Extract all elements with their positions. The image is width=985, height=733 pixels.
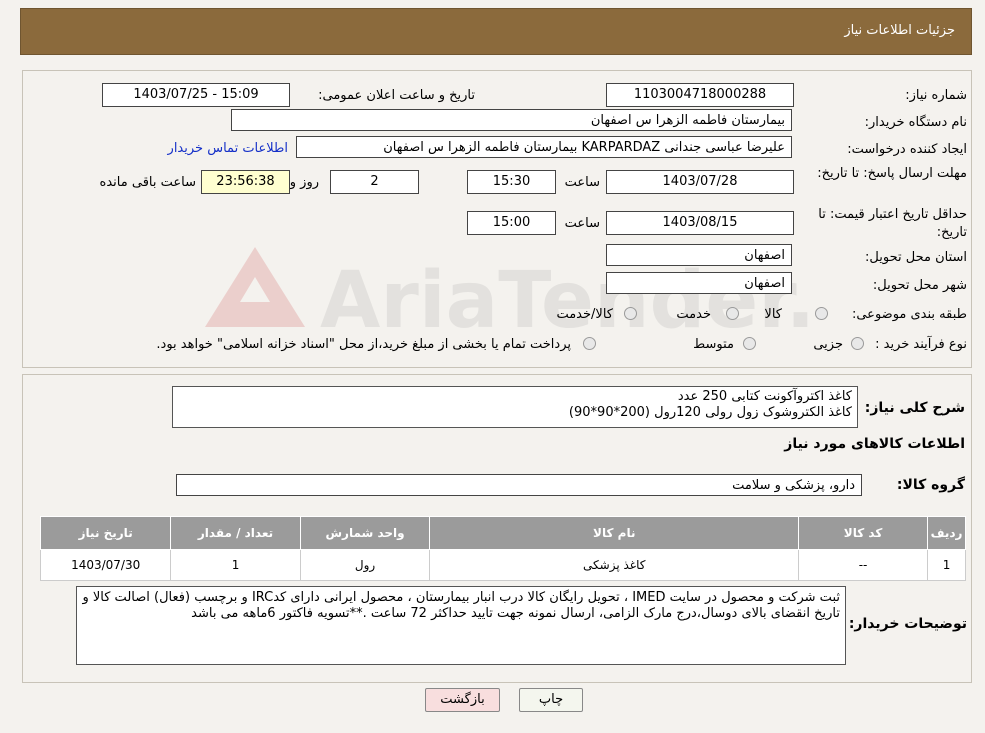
- description-textarea[interactable]: کاغذ اکتروآکونت کتابی 250 عدد کاغذ الکتر…: [172, 386, 858, 428]
- items-table: تاریخ نیاز تعداد / مقدار واحد شمارش نام …: [39, 516, 966, 581]
- goods-group-label: گروه کالا:: [896, 477, 965, 493]
- col-quantity: تعداد / مقدار: [170, 516, 301, 550]
- buyer-notes-textarea[interactable]: ثبت شرکت و محصول در سایت IMED ، تحویل را…: [76, 586, 846, 665]
- deadline-time-label: ساعت: [564, 175, 600, 190]
- deadline-time-field: 15:30: [467, 170, 556, 194]
- creator-field: علیرضا عباسی جندانی KARPARDAZ بیمارستان …: [296, 136, 792, 158]
- category-goods-radio[interactable]: [815, 307, 828, 320]
- need-number-label: شماره نیاز:: [905, 88, 967, 103]
- print-button[interactable]: چاپ: [519, 688, 583, 712]
- cell-item-code: --: [798, 549, 929, 581]
- col-unit: واحد شمارش: [299, 516, 431, 550]
- col-row: ردیف: [927, 516, 966, 550]
- category-goods-service-radio[interactable]: [624, 307, 637, 320]
- buyer-notes-label: توضیحات خریدار:: [848, 616, 967, 632]
- city-field: اصفهان: [606, 272, 792, 294]
- announce-datetime-field: 1403/07/25 - 15:09: [102, 83, 290, 107]
- category-label: طبقه بندی موضوعی:: [851, 307, 967, 322]
- treasury-payment-note: پرداخت تمام یا بخشی از مبلغ خرید،از محل …: [156, 337, 571, 352]
- deadline-date-field: 1403/07/28: [606, 170, 794, 194]
- city-label: شهر محل تحویل:: [872, 278, 967, 293]
- page-header: جزئیات اطلاعات نیاز: [20, 8, 972, 55]
- col-need-date: تاریخ نیاز: [39, 516, 172, 550]
- category-goods-label: کالا: [764, 307, 782, 322]
- cell-item-name: کاغذ پزشکی: [429, 549, 800, 581]
- days-remaining-field: 2: [330, 170, 419, 194]
- page-title: جزئیات اطلاعات نیاز: [844, 23, 955, 38]
- buyer-org-field: بیمارستان فاطمه الزهرا س اصفهان: [231, 109, 792, 131]
- buyer-org-label: نام دستگاه خریدار:: [864, 115, 967, 130]
- validity-date-field: 1403/08/15: [606, 211, 794, 235]
- time-remaining-field: 23:56:38: [201, 170, 290, 194]
- category-service-label: خدمت: [676, 307, 711, 322]
- need-number-field: 1103004718000288: [606, 83, 794, 107]
- process-medium-radio[interactable]: [743, 337, 756, 350]
- table-row: 1403/07/30 1 رول کاغذ پزشکی -- 1: [39, 549, 966, 581]
- items-table-header-row: تاریخ نیاز تعداد / مقدار واحد شمارش نام …: [39, 516, 966, 550]
- cell-unit: رول: [299, 549, 431, 581]
- description-line-1: کاغذ اکتروآکونت کتابی 250 عدد: [677, 389, 852, 404]
- category-goods-service-label: کالا/خدمت: [556, 307, 613, 322]
- col-item-name: نام کالا: [429, 516, 800, 550]
- province-field: اصفهان: [606, 244, 792, 266]
- creator-label: ایجاد کننده درخواست:: [847, 142, 967, 157]
- days-label: روز و: [289, 175, 319, 190]
- time-remaining-label: ساعت باقی مانده: [99, 175, 196, 190]
- province-label: استان محل تحویل:: [865, 250, 967, 265]
- watermark-text: AriaTender.neT: [320, 256, 815, 346]
- category-service-radio[interactable]: [726, 307, 739, 320]
- validity-time-label: ساعت: [564, 216, 600, 231]
- process-medium-label: متوسط: [693, 337, 734, 352]
- buyer-contact-link[interactable]: اطلاعات تماس خریدار: [168, 141, 288, 156]
- goods-group-field: دارو، پزشکی و سلامت: [176, 474, 862, 496]
- validity-time-field: 15:00: [467, 211, 556, 235]
- col-item-code: کد کالا: [798, 516, 929, 550]
- back-button[interactable]: بازگشت: [425, 688, 500, 712]
- process-type-label: نوع فرآیند خرید :: [875, 337, 967, 352]
- process-minor-label: جزیی: [813, 337, 843, 352]
- description-line-2: کاغذ الکتروشوک زول رولی 120رول (200*90*9…: [568, 405, 852, 420]
- description-label: شرح کلی نیاز:: [864, 400, 965, 416]
- validity-label: حداقل تاریخ اعتبار قیمت: تا تاریخ:: [818, 207, 967, 240]
- process-minor-radio[interactable]: [851, 337, 864, 350]
- cell-quantity: 1: [170, 549, 301, 581]
- treasury-payment-checkbox[interactable]: [583, 337, 596, 350]
- deadline-label: مهلت ارسال پاسخ: تا تاریخ:: [817, 166, 967, 181]
- cell-need-date: 1403/07/30: [39, 549, 172, 581]
- announce-label: تاریخ و ساعت اعلان عمومی:: [318, 88, 475, 103]
- cell-row-number: 1: [927, 549, 966, 581]
- items-section-title: اطلاعات کالاهای مورد نیاز: [784, 436, 965, 452]
